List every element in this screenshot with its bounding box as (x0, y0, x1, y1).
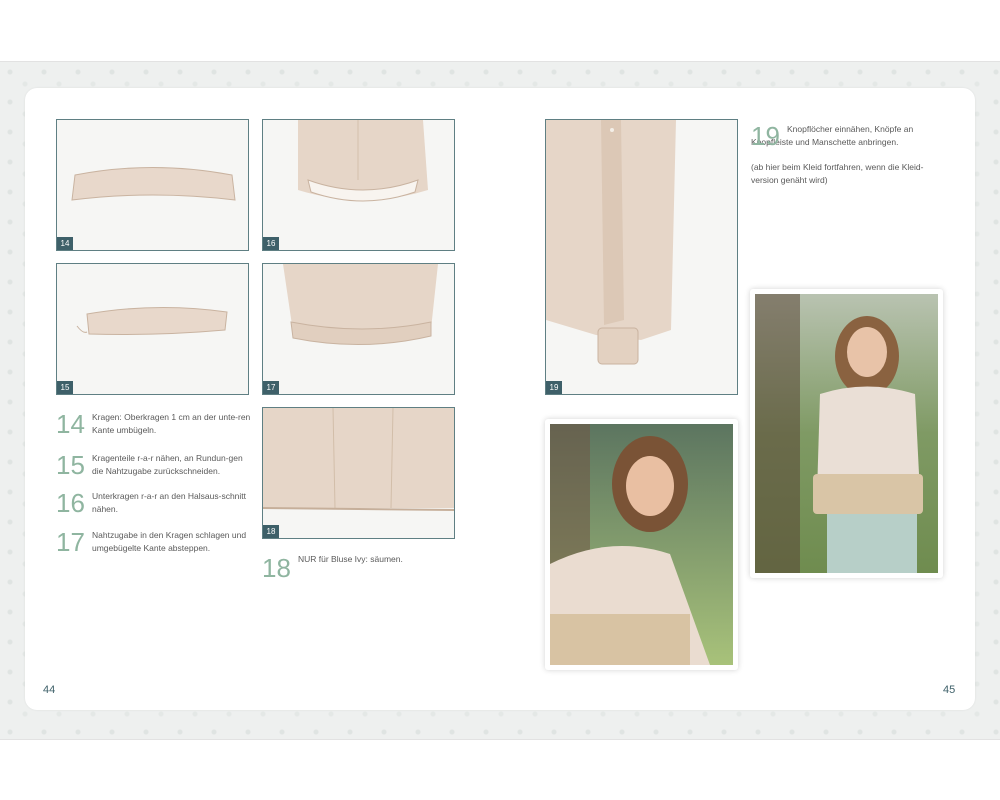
step-number: 16 (56, 488, 85, 518)
step-badge: 17 (263, 381, 279, 394)
step-photo-14: 14 (56, 119, 249, 251)
step-text: Kragen: Oberkragen 1 cm an der unte-ren … (92, 412, 251, 435)
step-badge: 19 (546, 381, 562, 394)
step-number: 18 (262, 553, 291, 583)
step-text: NUR für Bluse Ivy: säumen. (298, 554, 403, 564)
step-17: 17 Nahtzugabe in den Kragen schlagen und… (56, 529, 256, 555)
step-number: 15 (56, 450, 85, 480)
page-number-right: 45 (943, 684, 956, 696)
step-19: 19 Knopflöcher einnähen, Knöpfe an Knopf… (751, 123, 951, 187)
step-note: (ab hier beim Kleid fortfahren, wenn die… (751, 162, 924, 185)
step-photo-16: 16 (262, 119, 455, 251)
step-16: 16 Unterkragen r-a-r an den Halsaus-schn… (56, 490, 256, 516)
step-number: 19 (751, 121, 780, 151)
step-photo-17: 17 (262, 263, 455, 395)
step-photo-19: 19 (545, 119, 738, 395)
step-15: 15 Kragenteile r-a-r nähen, an Rundun-ge… (56, 452, 256, 478)
step-badge: 18 (263, 525, 279, 538)
step-photo-18: 18 (262, 407, 455, 539)
step-badge: 14 (57, 237, 73, 250)
page-number-left: 44 (43, 684, 56, 696)
step-number: 14 (56, 409, 85, 439)
step-photo-15: 15 (56, 263, 249, 395)
step-badge: 15 (57, 381, 73, 394)
step-number: 17 (56, 527, 85, 557)
step-14: 14 Kragen: Oberkragen 1 cm an der unte-r… (56, 411, 256, 437)
step-badge: 16 (263, 237, 279, 250)
book-spread-page: 14 16 15 17 18 14 Kragen: Oberkragen 1 c… (25, 88, 975, 710)
step-text: Nahtzugabe in den Kragen schlagen und um… (92, 530, 247, 553)
step-18: 18 NUR für Bluse Ivy: säumen. (262, 553, 462, 581)
model-photo-seated (545, 419, 738, 670)
step-text: Kragenteile r-a-r nähen, an Rundun-gen d… (92, 453, 243, 476)
model-photo-standing (750, 289, 943, 578)
step-text: Unterkragen r-a-r an den Halsaus-schnitt… (92, 491, 247, 514)
